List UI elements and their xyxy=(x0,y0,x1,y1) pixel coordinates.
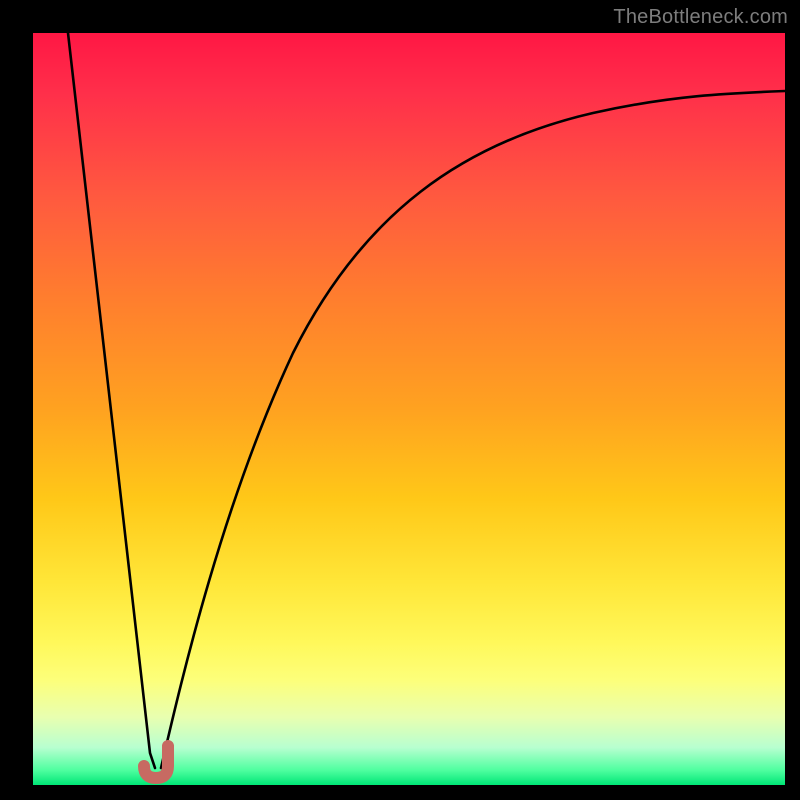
watermark-text: TheBottleneck.com xyxy=(613,6,788,29)
curve-right-branch xyxy=(161,91,785,768)
chart-frame: TheBottleneck.com xyxy=(0,0,800,800)
optimal-marker-j-icon xyxy=(144,746,168,778)
plot-area xyxy=(33,33,785,785)
curve-left-branch xyxy=(68,33,155,768)
bottleneck-curve xyxy=(33,33,785,785)
